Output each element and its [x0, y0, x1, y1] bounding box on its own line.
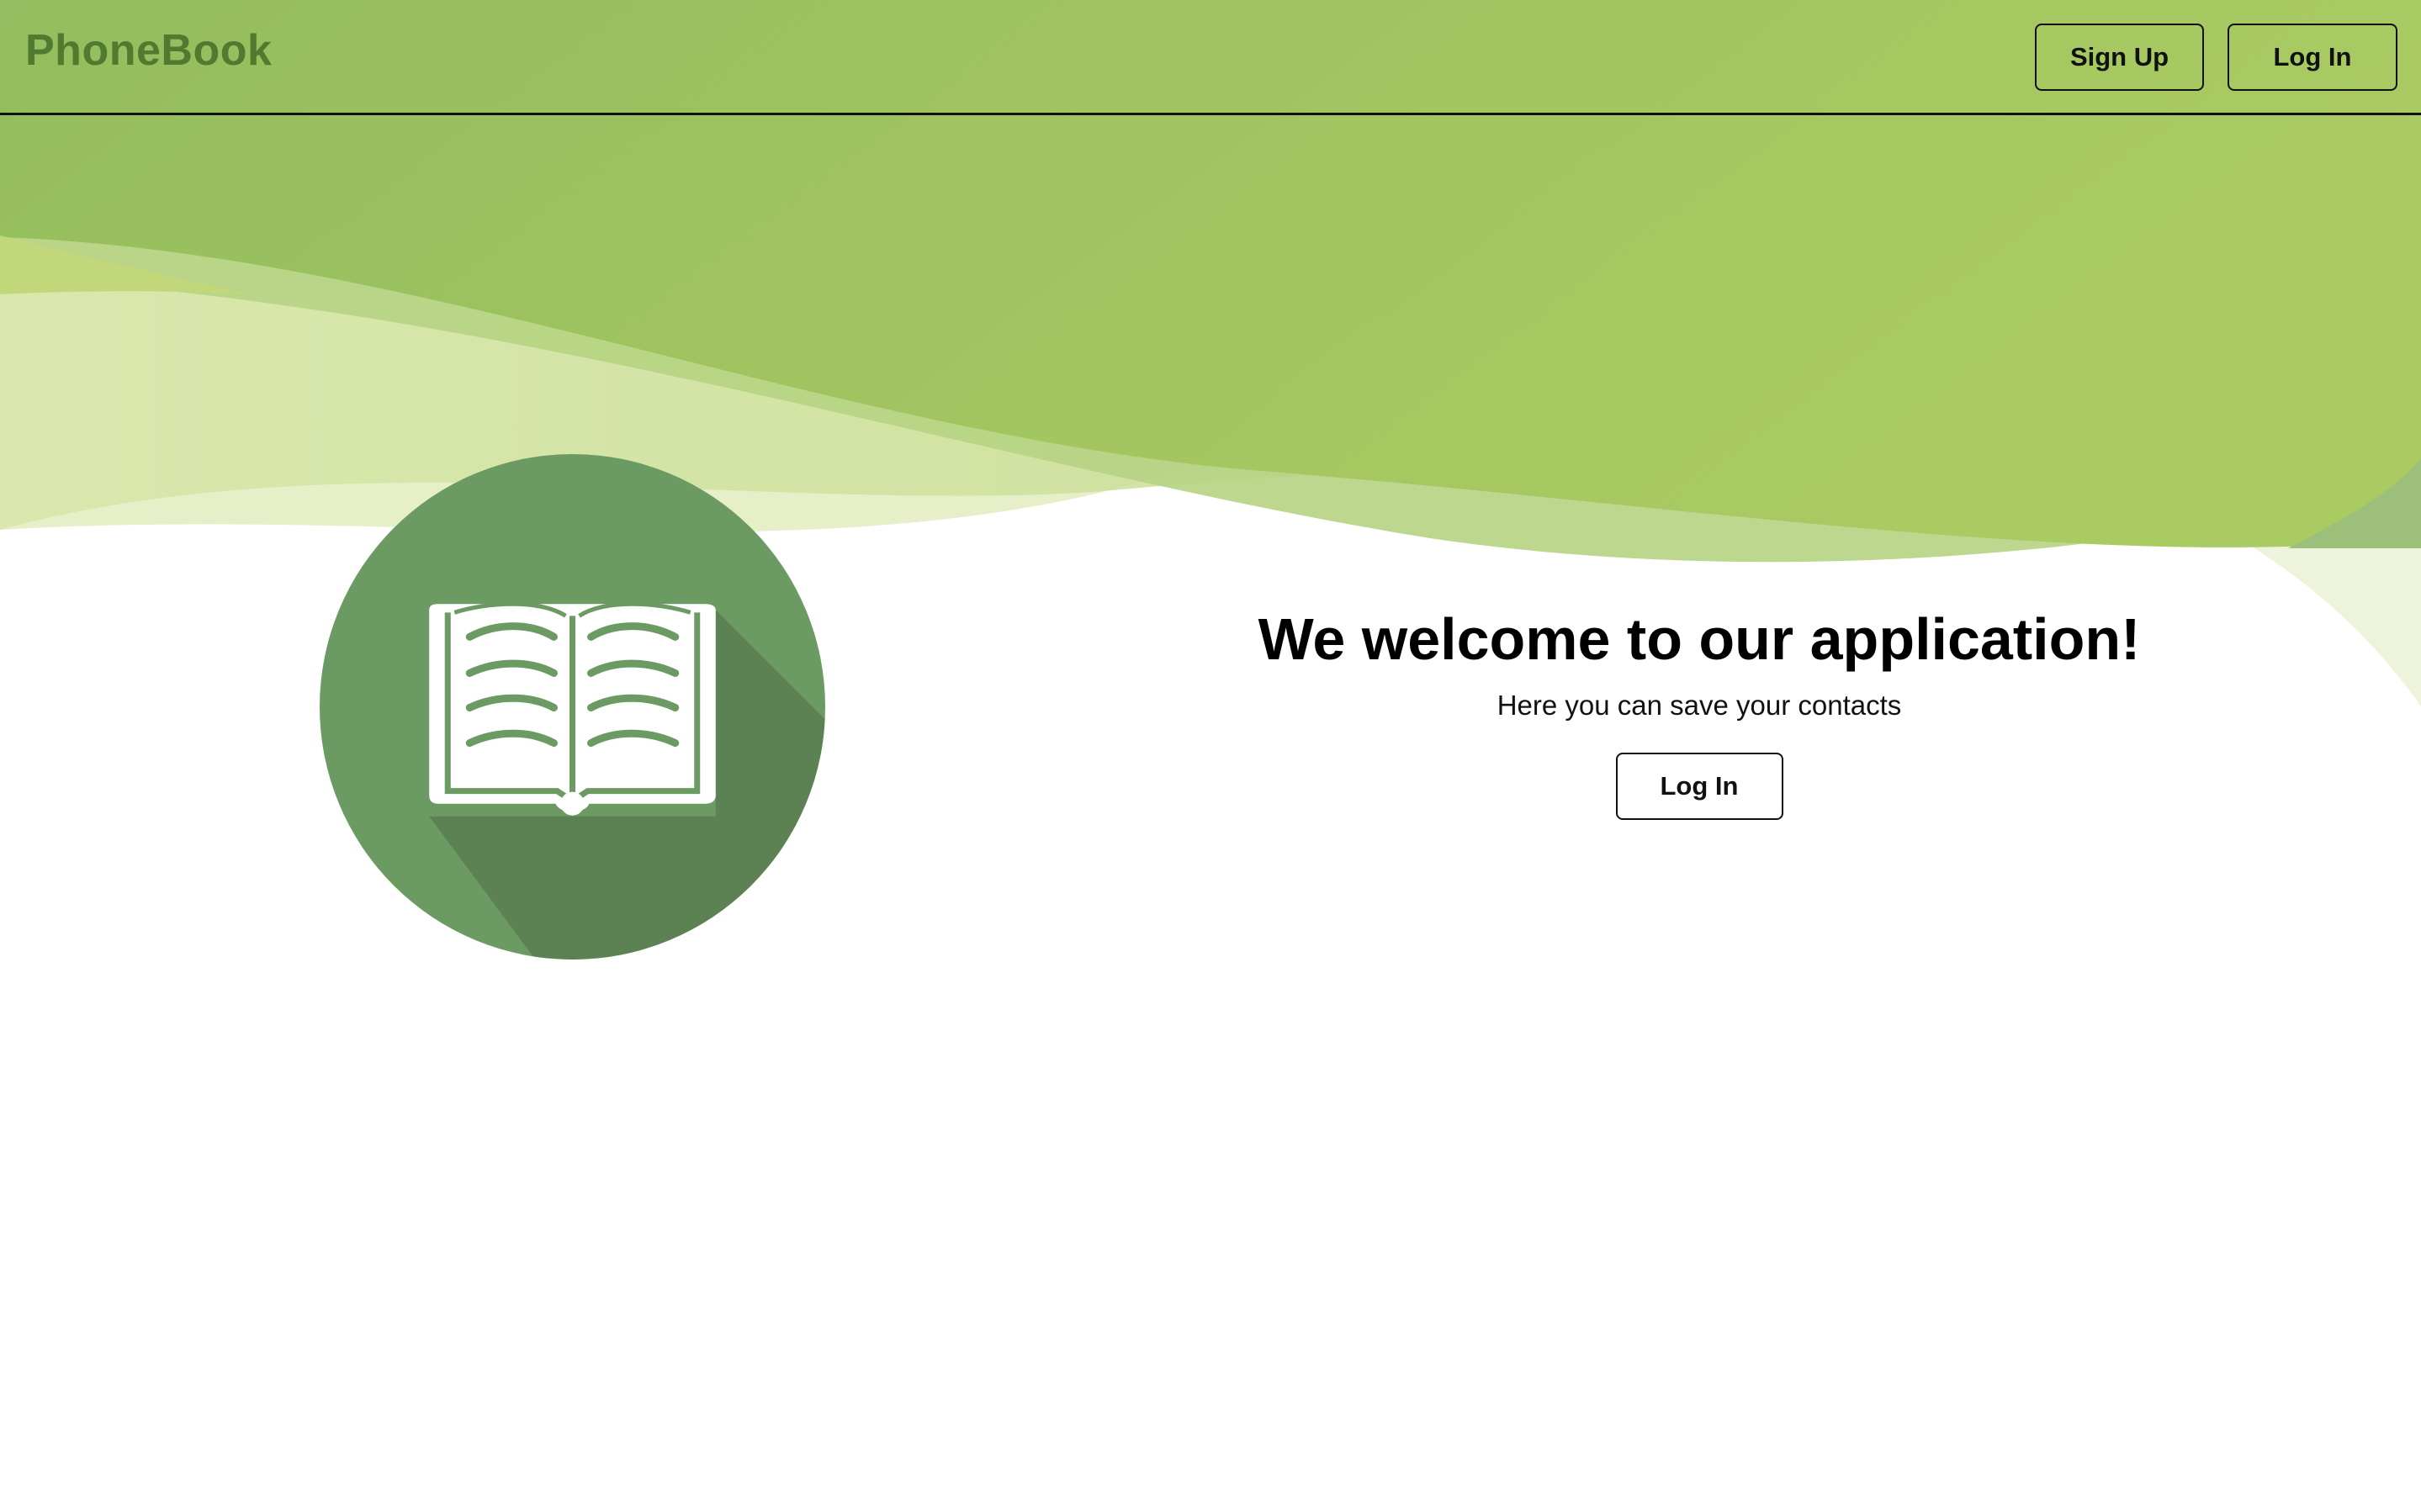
page: PhoneBook Sign Up Log In We welcome to o…	[0, 0, 2421, 1512]
login-button[interactable]: Log In	[2228, 24, 2397, 91]
hero-title: We welcome to our application!	[1258, 606, 2141, 672]
hero-subtitle: Here you can save your contacts	[1497, 690, 1902, 721]
hero-section: We welcome to our application! Here you …	[1195, 601, 2204, 820]
brand-logo-text[interactable]: PhoneBook	[25, 25, 272, 76]
navbar: PhoneBook Sign Up Log In	[0, 0, 2421, 115]
hero-login-button[interactable]: Log In	[1615, 753, 1783, 820]
open-book-icon	[320, 454, 825, 960]
signup-button[interactable]: Sign Up	[2035, 24, 2204, 91]
